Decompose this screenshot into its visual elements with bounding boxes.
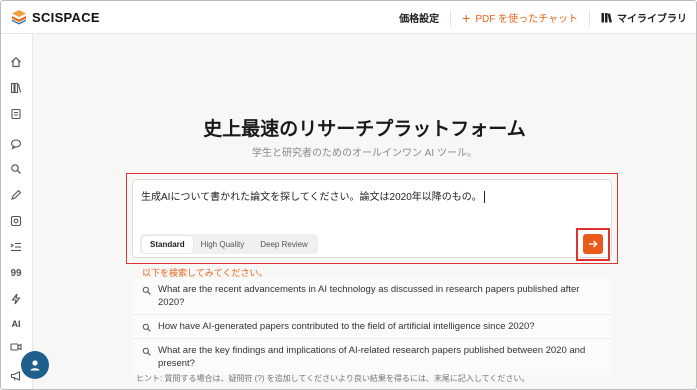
mode-deep-review[interactable]: Deep Review [252, 236, 316, 253]
suggestion-item[interactable]: How have AI-generated papers contributed… [132, 314, 612, 338]
mode-high-quality[interactable]: High Quality [193, 236, 253, 253]
suggestion-text: What are the recent advancements in AI t… [158, 284, 580, 308]
extract-icon[interactable] [8, 213, 24, 229]
home-icon[interactable] [8, 54, 24, 70]
search-icon [142, 286, 151, 299]
search-hint: ヒント: 質問する場合は、疑問符 (?) を追加してくださいより良い結果を得るに… [136, 374, 530, 383]
quote-icon[interactable]: 99 [8, 265, 24, 281]
plus-icon: + [462, 9, 471, 26]
arrow-right-icon [589, 240, 598, 248]
suggestion-text: How have AI-generated papers contributed… [158, 321, 535, 332]
scispace-logo-icon [11, 9, 27, 25]
my-library-label: マイライブラリ [617, 14, 687, 25]
submit-search-button[interactable] [583, 234, 603, 254]
pricing-label: 価格設定 [399, 14, 440, 25]
user-support-icon [30, 360, 40, 371]
ai-detector-icon[interactable]: AI [8, 316, 24, 332]
notebook-icon[interactable] [8, 106, 24, 122]
pdf-chat-link[interactable]: + PDF を使ったチャット [451, 1, 589, 34]
sidebar: 99 AI [1, 34, 33, 389]
scispace-logo[interactable]: SCISPACE [11, 9, 100, 25]
pen-icon[interactable] [8, 187, 24, 203]
search-icon[interactable] [8, 161, 24, 177]
page-title: 史上最速のリサーチプラットフォーム [203, 119, 526, 140]
top-nav: 価格設定 + PDF を使ったチャット マイライブラリ [388, 1, 696, 34]
bolt-icon[interactable] [8, 291, 24, 307]
search-input[interactable]: 生成AIについて書かれた論文を探してください。論文は2020年以降のもの。 [141, 188, 485, 204]
suggestion-list: What are the recent advancements in AI t… [132, 278, 612, 375]
suggestion-item[interactable]: What are the recent advancements in AI t… [132, 278, 612, 314]
my-library-link[interactable]: マイライブラリ [590, 1, 696, 34]
mode-standard[interactable]: Standard [142, 235, 193, 253]
video-icon[interactable] [8, 339, 24, 355]
library-icon [601, 12, 612, 23]
app-window: SCISPACE 価格設定 + PDF を使ったチャット マイライブラリ 99 … [0, 0, 697, 390]
suggestion-item[interactable]: What are the key findings and implicatio… [132, 338, 612, 375]
search-mode-selector: Standard High Quality Deep Review [140, 234, 318, 254]
brand-name: SCISPACE [32, 9, 100, 25]
ai-detector-label: AI [11, 319, 21, 329]
library-icon[interactable] [8, 80, 24, 96]
top-bar: SCISPACE 価格設定 + PDF を使ったチャット マイライブラリ [1, 1, 696, 34]
pdf-chat-label: PDF を使ったチャット [475, 14, 578, 25]
pricing-link[interactable]: 価格設定 [388, 1, 450, 34]
search-icon [142, 347, 151, 360]
suggestion-text: What are the key findings and implicatio… [158, 345, 586, 369]
quote-label: 99 [10, 267, 22, 279]
help-chat-button[interactable] [21, 351, 49, 379]
text-caret [483, 191, 485, 204]
search-icon [142, 323, 151, 336]
search-input-value: 生成AIについて書かれた論文を探してください。論文は2020年以降のもの。 [141, 192, 482, 203]
page-subtitle: 学生と研究者のためのオールインワン AI ツール。 [251, 148, 477, 159]
search-box[interactable]: 生成AIについて書かれた論文を探してください。論文は2020年以降のもの。 St… [132, 179, 612, 258]
list-indent-icon[interactable] [8, 239, 24, 255]
chat-icon[interactable] [8, 136, 24, 152]
